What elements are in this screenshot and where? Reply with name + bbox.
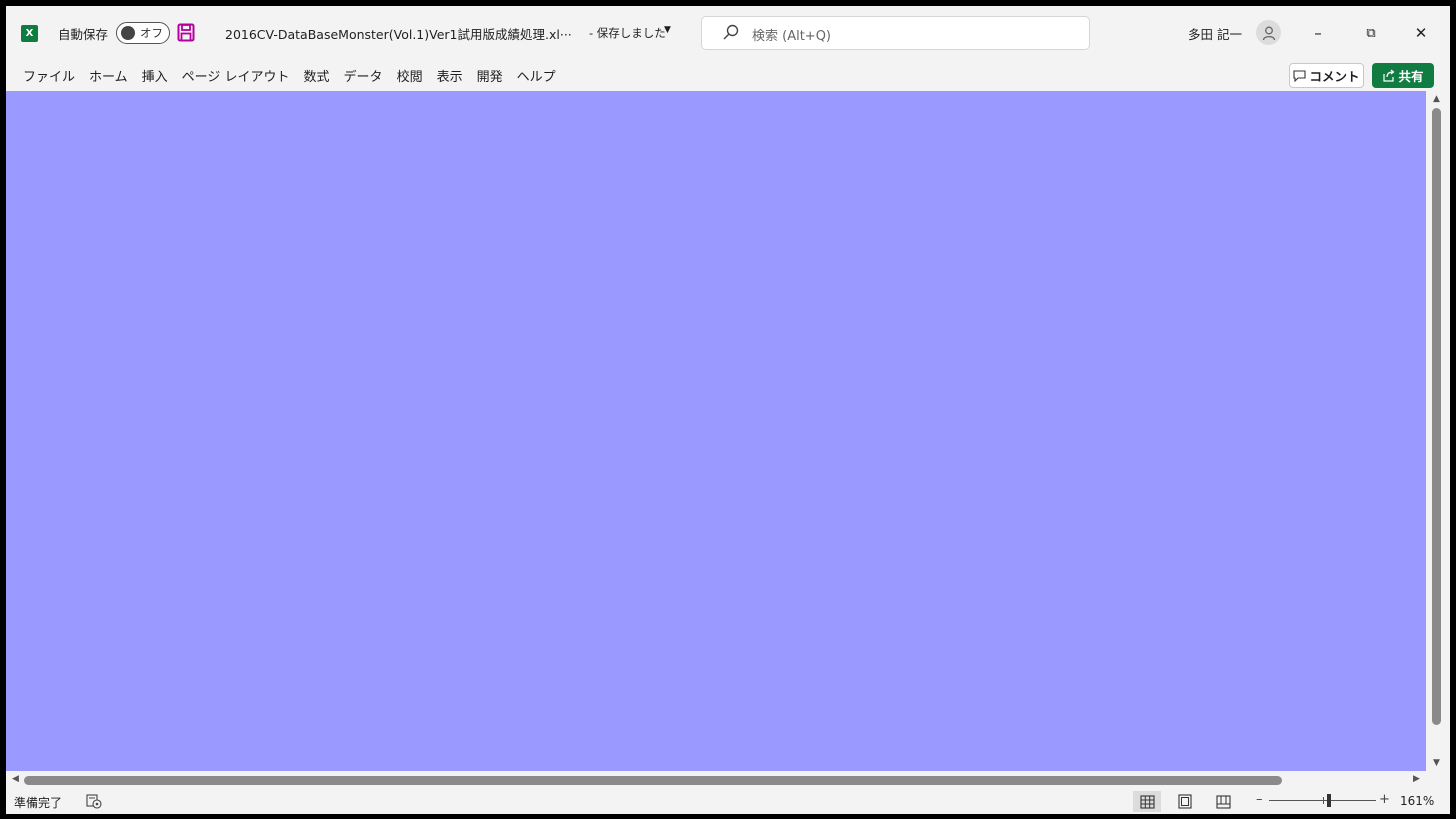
worksheet-area[interactable] — [6, 91, 1426, 771]
normal-view-icon — [1139, 794, 1155, 809]
tab-5[interactable]: データ — [337, 66, 390, 85]
minimize-button[interactable]: – — [1298, 18, 1338, 48]
vertical-scroll-thumb[interactable] — [1432, 108, 1441, 725]
share-label: 共有 — [1398, 69, 1424, 84]
saved-status[interactable]: - 保存しました — [589, 25, 666, 41]
page-break-view-icon — [1215, 794, 1231, 809]
comment-button[interactable]: コメント — [1289, 63, 1364, 88]
search-placeholder: 検索 (Alt+Q) — [752, 29, 832, 44]
tab-0[interactable]: ファイル — [16, 66, 82, 85]
tab-9[interactable]: ヘルプ — [510, 66, 563, 85]
tab-2[interactable]: 挿入 — [135, 66, 175, 85]
page-layout-view-icon — [1178, 794, 1192, 809]
zoom-slider-thumb[interactable] — [1327, 794, 1331, 807]
search-icon — [723, 24, 739, 40]
document-filename[interactable]: 2016CV-DataBaseMonster(Vol.1)Ver1試用版成績処理… — [225, 24, 572, 43]
status-text: 準備完了 — [14, 796, 63, 810]
comment-icon — [1293, 69, 1307, 82]
tab-3[interactable]: ページ レイアウト — [175, 66, 297, 85]
page-layout-view-button[interactable] — [1171, 791, 1199, 812]
share-button[interactable]: 共有 — [1372, 63, 1434, 88]
page-break-view-button[interactable] — [1209, 791, 1237, 812]
excel-window: X 自動保存 オフ 2016CV-DataBaseMonster(Vol.1)V… — [6, 6, 1450, 814]
status-bar: 準備完了 – + 161% — [6, 789, 1450, 814]
tab-8[interactable]: 開発 — [470, 66, 510, 85]
search-input[interactable]: 検索 (Alt+Q) — [701, 16, 1090, 50]
scroll-down-icon[interactable]: ▼ — [1433, 758, 1440, 768]
tab-list: ファイル ホーム 挿入 ページ レイアウト 数式 データ 校閲 表示 開発 ヘルプ — [16, 66, 563, 85]
zoom-in-button[interactable]: + — [1379, 792, 1390, 807]
chevron-down-icon[interactable]: ▼ — [664, 25, 671, 35]
vertical-scrollbar[interactable]: ▲ ▼ — [1426, 91, 1450, 771]
excel-logo-icon: X — [21, 25, 38, 42]
avatar-icon[interactable] — [1256, 20, 1281, 45]
tab-4[interactable]: 数式 — [297, 66, 337, 85]
share-icon — [1383, 69, 1395, 82]
autosave-toggle[interactable]: オフ — [116, 22, 170, 44]
zoom-out-button[interactable]: – — [1256, 792, 1263, 807]
scroll-up-icon[interactable]: ▲ — [1433, 94, 1440, 104]
tab-1[interactable]: ホーム — [82, 66, 135, 85]
tab-6[interactable]: 校閲 — [390, 66, 430, 85]
tab-7[interactable]: 表示 — [430, 66, 470, 85]
scroll-left-icon[interactable]: ◀ — [12, 774, 19, 784]
autosave-label: 自動保存 — [58, 27, 109, 42]
scroll-right-icon[interactable]: ▶ — [1413, 774, 1420, 784]
ribbon-tabs: ファイル ホーム 挿入 ページ レイアウト 数式 データ 校閲 表示 開発 ヘルプ コメント 共有 — [6, 59, 1450, 91]
close-button[interactable]: ✕ — [1401, 18, 1441, 48]
toggle-knob — [121, 26, 135, 40]
accessibility-icon[interactable] — [86, 794, 102, 809]
horizontal-scrollbar[interactable]: ◀ ▶ — [6, 771, 1450, 789]
user-name[interactable]: 多田 記一 — [1188, 24, 1242, 43]
title-bar: X 自動保存 オフ 2016CV-DataBaseMonster(Vol.1)V… — [6, 6, 1450, 59]
comment-label: コメント — [1309, 69, 1360, 84]
restore-button[interactable]: ⧉ — [1351, 18, 1391, 48]
zoom-level[interactable]: 161% — [1400, 794, 1434, 808]
zoom-slider-midpoint — [1323, 797, 1324, 804]
save-icon[interactable] — [177, 23, 195, 42]
autosave-toggle-state: オフ — [140, 26, 163, 40]
normal-view-button[interactable] — [1133, 791, 1161, 812]
horizontal-scroll-thumb[interactable] — [24, 776, 1282, 785]
